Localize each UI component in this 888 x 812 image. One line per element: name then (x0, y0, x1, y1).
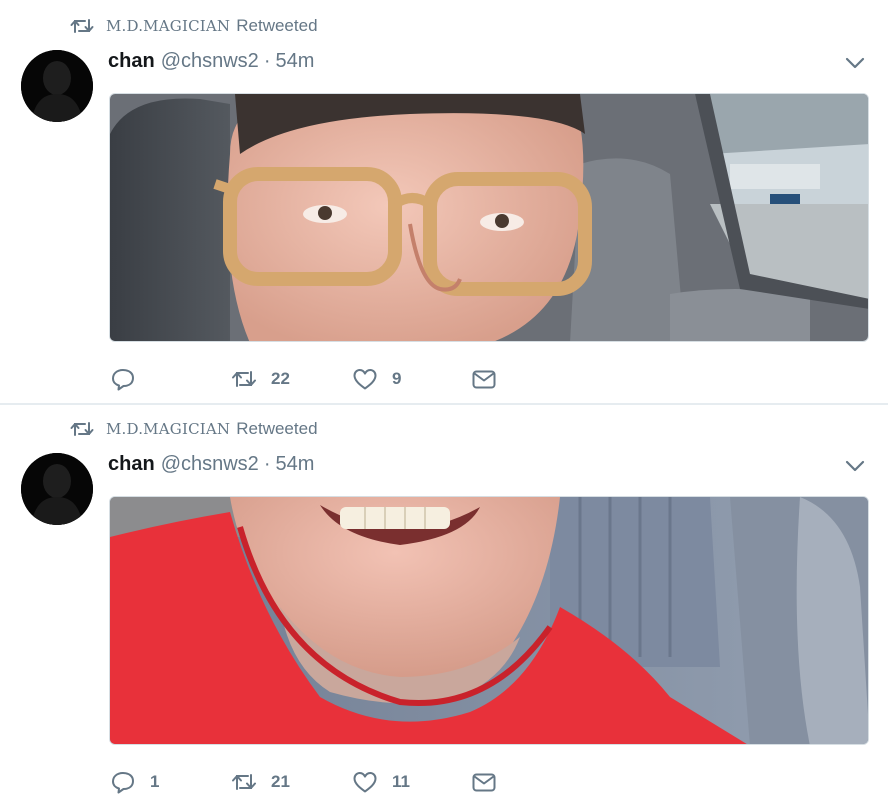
tweet-photo[interactable] (109, 496, 869, 745)
like-count: 9 (392, 369, 402, 388)
timestamp[interactable]: 54m (275, 50, 314, 73)
retweet-count: 21 (271, 772, 290, 791)
retweet-icon (70, 422, 94, 436)
avatar[interactable] (21, 50, 93, 122)
retweet-count: 22 (271, 369, 290, 388)
chevron-down-icon[interactable] (844, 458, 866, 474)
heart-icon (353, 772, 377, 793)
like-button[interactable]: 11 (352, 769, 410, 795)
retweet-icon (232, 371, 256, 387)
retweet-button[interactable]: 21 (231, 769, 290, 795)
author-handle[interactable]: @chsnws2 (161, 50, 259, 73)
envelope-icon (472, 773, 496, 792)
separator-dot: · (263, 453, 271, 475)
reply-icon (112, 369, 134, 391)
retweet-context: M.D.MAGICIAN Retweeted (70, 418, 318, 440)
avatar[interactable] (21, 453, 93, 525)
tweet-header: chan @chsnws2 · 54m (108, 50, 314, 76)
retweet-verb: Retweeted (236, 419, 318, 438)
photo-glasses-selfie-image (110, 94, 868, 341)
direct-message-button[interactable] (471, 769, 497, 795)
tweet[interactable]: M.D.MAGICIAN Retweeted chan @chsnws2 · 5… (0, 0, 888, 404)
retweet-context: M.D.MAGICIAN Retweeted (70, 15, 318, 37)
tweet-header: chan @chsnws2 · 54m (108, 453, 314, 479)
retweet-verb: Retweeted (236, 16, 318, 35)
like-button[interactable]: 9 (352, 366, 401, 392)
author-handle[interactable]: @chsnws2 (161, 453, 259, 476)
reply-button[interactable] (110, 366, 150, 392)
heart-icon (353, 369, 377, 390)
reply-count: 1 (150, 772, 160, 791)
envelope-icon (472, 370, 496, 389)
retweet-icon (70, 19, 94, 33)
separator-dot: · (263, 50, 271, 72)
retweeter-name[interactable]: M.D.MAGICIAN (106, 17, 230, 35)
direct-message-button[interactable] (471, 366, 497, 392)
retweet-button[interactable]: 22 (231, 366, 290, 392)
avatar-silhouette-image (21, 50, 93, 122)
retweet-icon (232, 774, 256, 790)
chevron-down-icon[interactable] (844, 55, 866, 71)
tweet[interactable]: M.D.MAGICIAN Retweeted chan @chsnws2 · 5… (0, 405, 888, 812)
retweeter-name[interactable]: M.D.MAGICIAN (106, 420, 230, 438)
tweet-photo[interactable] (109, 93, 869, 342)
avatar-silhouette-image (21, 453, 93, 525)
like-count: 11 (392, 772, 410, 791)
reply-button[interactable]: 1 (110, 769, 159, 795)
reply-icon (112, 772, 134, 794)
timestamp[interactable]: 54m (275, 453, 314, 476)
author-name[interactable]: chan (108, 453, 155, 476)
author-name[interactable]: chan (108, 50, 155, 73)
photo-smile-selfie-image (110, 497, 868, 744)
